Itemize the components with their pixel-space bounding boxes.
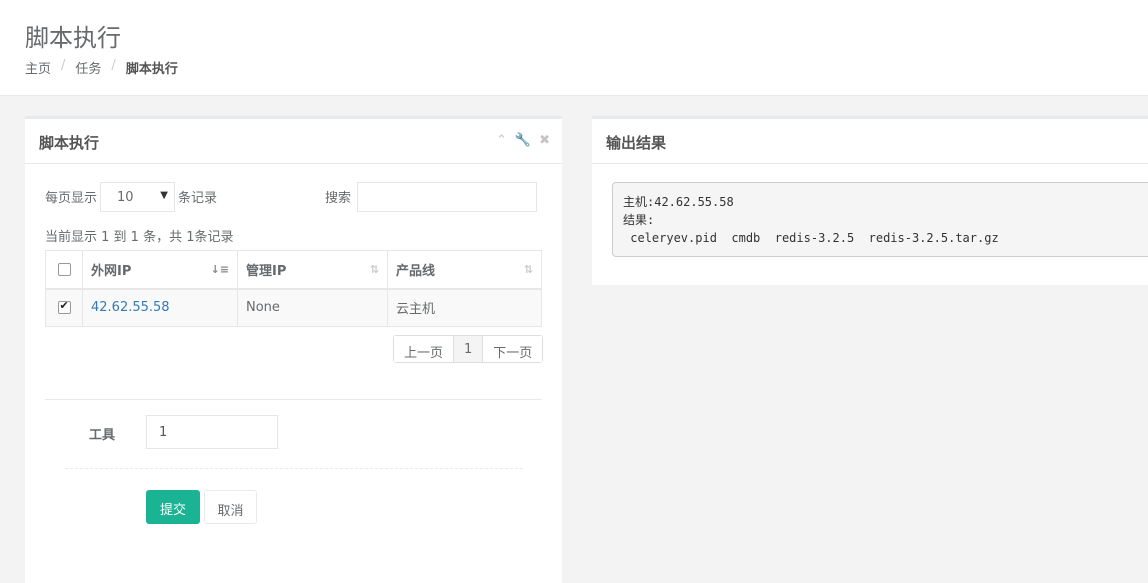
length-label: 每页显示: [45, 191, 98, 206]
page-length-select[interactable]: 10 ▼: [100, 182, 175, 212]
hosts-table: 外网IP↓≡ 管理IP⇅ 产品线⇅ 42.62.55.58 None 云主机: [45, 250, 542, 327]
page-1-button[interactable]: 1: [453, 336, 483, 362]
search-input[interactable]: [357, 182, 537, 212]
next-page-button[interactable]: 下一页: [482, 336, 543, 362]
pagination: 上一页 1 下一页: [393, 335, 544, 363]
row-select-cell: [45, 288, 83, 327]
page-header: 脚本执行 主页 / 任务 / 脚本执行: [0, 0, 1148, 96]
page-length-value: 10: [117, 190, 134, 205]
panel-title: 输出结果: [606, 134, 667, 152]
output-console: 主机:42.62.55.58 结果: celeryev.pid cmdb red…: [612, 182, 1148, 257]
column-header-manage-ip[interactable]: 管理IP ⇅: [237, 250, 388, 290]
column-header-public-ip[interactable]: 外网IP ↓≡: [82, 250, 238, 290]
prev-page-button[interactable]: 上一页: [394, 336, 454, 362]
cell-manage-ip: None: [237, 288, 388, 327]
row-checkbox[interactable]: [57, 299, 71, 315]
table-header-row: 外网IP ↓≡ 管理IP ⇅ 产品线 ⇅: [45, 250, 542, 290]
breadcrumb-current: 脚本执行: [125, 62, 178, 77]
cell-public-ip: 42.62.55.58: [82, 288, 238, 327]
sort-icon: ⇅: [523, 263, 533, 276]
divider: [45, 399, 542, 400]
table-row[interactable]: 42.62.55.58 None 云主机: [45, 288, 542, 327]
panel-tools: ⌃ 🔧 ✖: [496, 133, 550, 148]
breadcrumb-separator: /: [111, 58, 116, 73]
dashed-divider: [65, 468, 523, 469]
select-all-cell: [45, 250, 83, 290]
table-info: 当前显示 1 到 1 条，共 1条记录: [45, 230, 234, 245]
length-suffix: 条记录: [178, 191, 218, 206]
select-all-checkbox[interactable]: [57, 262, 71, 276]
column-header-product[interactable]: 产品线 ⇅: [387, 250, 542, 290]
close-icon[interactable]: ✖: [539, 133, 550, 148]
script-exec-panel: 脚本执行 ⌃ 🔧 ✖ 每页显示 10 ▼ 条记录 搜索 当前显示 1 到 1 条…: [25, 116, 562, 583]
tool-input[interactable]: 1: [146, 415, 278, 449]
panel-title: 脚本执行: [39, 134, 100, 152]
submit-button[interactable]: 提交: [146, 490, 200, 524]
wrench-icon[interactable]: 🔧: [515, 133, 531, 148]
cancel-button[interactable]: 取消: [204, 490, 257, 524]
sort-icon: ⇅: [369, 263, 379, 276]
search-label: 搜索: [325, 191, 352, 206]
breadcrumb-separator: /: [61, 58, 66, 73]
sort-asc-icon: ↓≡: [210, 263, 229, 276]
panel-header: 输出结果: [592, 119, 1148, 164]
tool-label: 工具: [89, 428, 116, 443]
chevron-up-icon[interactable]: ⌃: [496, 133, 507, 148]
breadcrumb: 主页 / 任务 / 脚本执行: [25, 58, 178, 77]
output-panel: 输出结果 主机:42.62.55.58 结果: celeryev.pid cmd…: [592, 116, 1148, 285]
cell-product: 云主机: [387, 288, 542, 327]
breadcrumb-tasks[interactable]: 任务: [75, 58, 101, 77]
breadcrumb-home[interactable]: 主页: [25, 58, 51, 77]
page-title: 脚本执行: [25, 24, 121, 52]
panel-header: 脚本执行 ⌃ 🔧 ✖: [25, 119, 562, 164]
dropdown-arrow-icon: ▼: [160, 190, 168, 201]
public-ip-link[interactable]: 42.62.55.58: [91, 300, 170, 315]
